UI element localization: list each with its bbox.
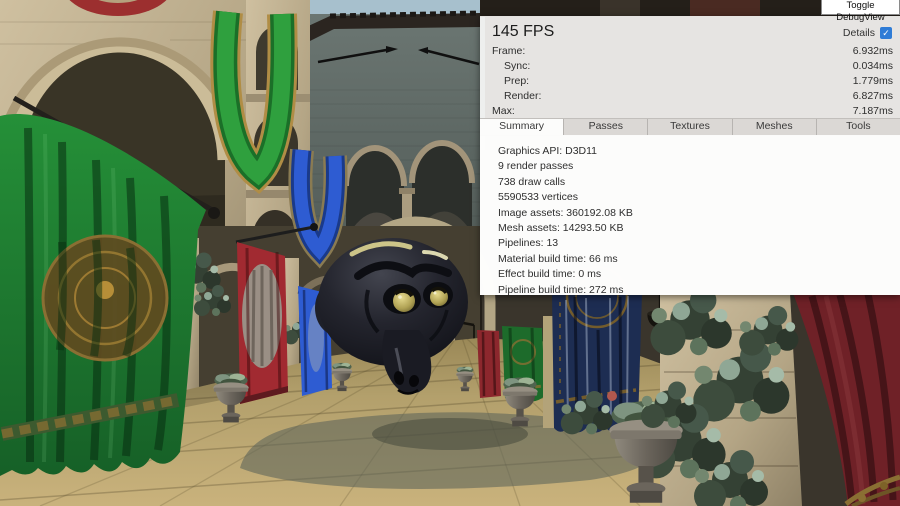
stat-value: 0.034ms xyxy=(853,59,893,74)
summary-line: 738 draw calls xyxy=(498,175,900,190)
summary-line: Pipeline build time: 272 ms xyxy=(498,283,900,298)
stat-row-render: Render: 6.827ms xyxy=(480,89,900,104)
stat-label: Frame: xyxy=(492,44,525,59)
stat-label: Render: xyxy=(492,89,541,104)
stat-row-prep: Prep: 1.779ms xyxy=(480,74,900,89)
stat-label: Max: xyxy=(492,104,515,119)
summary-line: 5590533 vertices xyxy=(498,190,900,205)
stat-value: 6.827ms xyxy=(853,89,893,104)
debug-panel: 145 FPS Details ✓ Frame: 6.932ms Sync: 0… xyxy=(480,16,900,295)
details-toggle[interactable]: Details ✓ xyxy=(843,27,892,39)
stat-row-frame: Frame: 6.932ms xyxy=(480,44,900,59)
stat-value: 1.779ms xyxy=(853,74,893,89)
debug-tab-bar: Summary Passes Textures Meshes Tools xyxy=(480,118,900,136)
mid-red-banner xyxy=(477,330,501,398)
tab-summary[interactable]: Summary xyxy=(480,119,564,135)
summary-line: Material build time: 66 ms xyxy=(498,252,900,267)
summary-line: Mesh assets: 14293.50 KB xyxy=(498,221,900,236)
stat-row-max: Max: 7.187ms xyxy=(480,104,900,119)
stat-row-sync: Sync: 0.034ms xyxy=(480,59,900,74)
stat-label: Prep: xyxy=(492,74,529,89)
details-checkbox[interactable]: ✓ xyxy=(880,27,892,39)
summary-line: Image assets: 360192.08 KB xyxy=(498,206,900,221)
summary-line: Graphics API: D3D11 xyxy=(498,144,900,159)
stat-value: 6.932ms xyxy=(853,44,893,59)
stat-label: Sync: xyxy=(492,59,530,74)
monkey-shadow xyxy=(372,418,528,450)
summary-line: Pipelines: 13 xyxy=(498,236,900,251)
stat-value: 7.187ms xyxy=(853,104,893,119)
tab-passes[interactable]: Passes xyxy=(564,119,648,135)
summary-line: 9 render passes xyxy=(498,159,900,174)
frame-stats: Frame: 6.932ms Sync: 0.034ms Prep: 1.779… xyxy=(480,44,900,119)
toggle-debugview-button[interactable]: Toggle DebugView xyxy=(821,0,900,15)
app-window: 145 FPS Details ✓ Frame: 6.932ms Sync: 0… xyxy=(0,0,900,506)
summary-tab-content: Graphics API: D3D11 9 render passes 738 … xyxy=(480,135,900,295)
tab-textures[interactable]: Textures xyxy=(648,119,732,135)
summary-line: Effect build time: 0 ms xyxy=(498,267,900,282)
fps-counter: 145 FPS xyxy=(492,23,554,41)
details-label: Details xyxy=(843,27,875,39)
red-flower xyxy=(607,391,617,401)
tab-meshes[interactable]: Meshes xyxy=(733,119,817,135)
tab-tools[interactable]: Tools xyxy=(817,119,900,135)
